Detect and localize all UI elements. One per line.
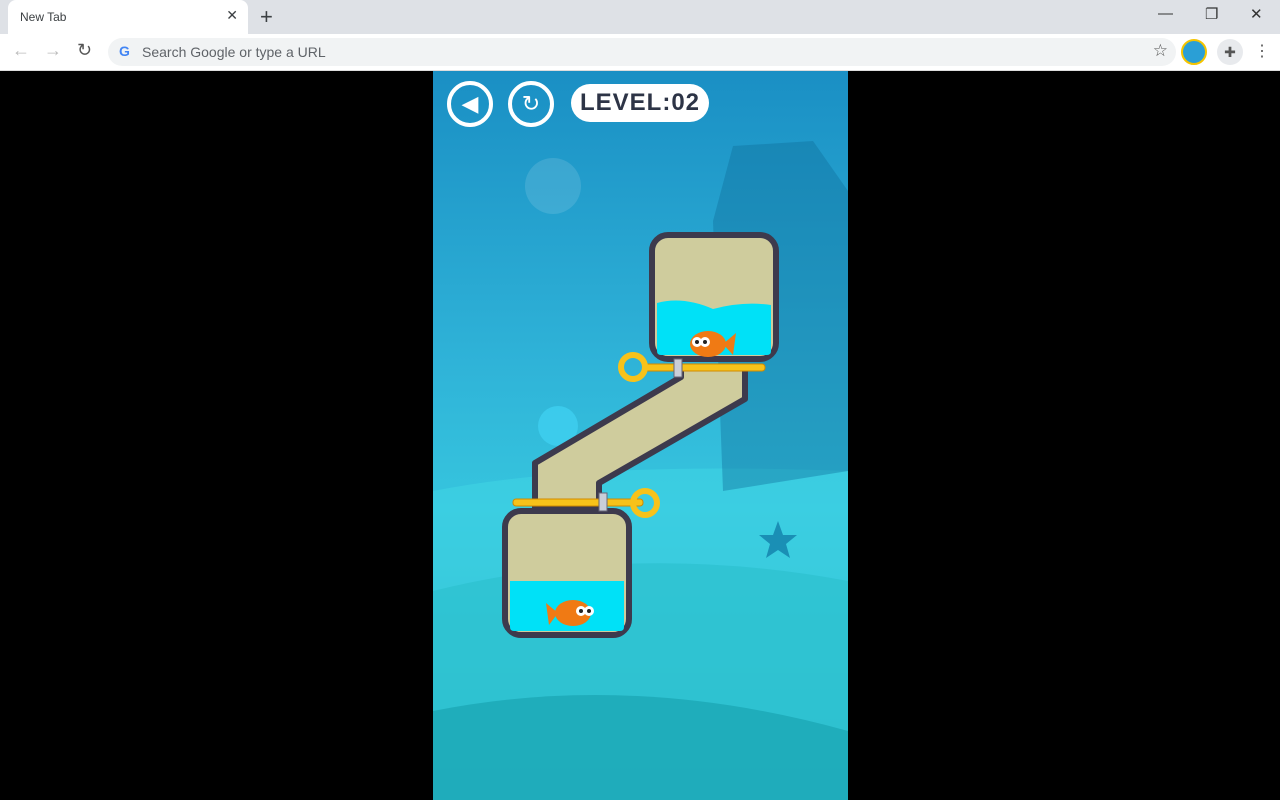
menu-icon[interactable]: ⋮: [1254, 41, 1270, 61]
play-back-icon: ◀: [461, 91, 479, 116]
toolbar: ← → ↻ G Search Google or type a URL ☆ ✚ …: [0, 34, 1280, 71]
minimize-icon[interactable]: —: [1158, 5, 1173, 22]
bookmark-star-icon[interactable]: ☆: [1153, 41, 1168, 61]
tab-title: New Tab: [20, 10, 67, 24]
restore-icon[interactable]: ❐: [1205, 5, 1218, 23]
close-tab-icon[interactable]: ✕: [226, 7, 238, 24]
reload-icon[interactable]: ↻: [77, 40, 92, 61]
omnibox-placeholder: Search Google or type a URL: [142, 44, 326, 60]
new-tab-icon[interactable]: +: [260, 4, 273, 30]
back-button[interactable]: ◀: [447, 81, 493, 127]
game-scene: [433, 141, 848, 800]
omnibox[interactable]: G Search Google or type a URL ☆: [108, 38, 1176, 66]
tab-strip: New Tab ✕ + — ❐ ✕: [0, 0, 1280, 34]
google-icon: G: [119, 43, 130, 59]
restart-icon: ↻: [521, 91, 541, 116]
level-indicator: LEVEL:02: [571, 84, 709, 122]
profile-avatar[interactable]: [1181, 39, 1207, 65]
forward-icon[interactable]: →: [44, 40, 62, 61]
back-icon[interactable]: ←: [12, 40, 30, 61]
game-canvas[interactable]: ◀ ↻ LEVEL:02: [433, 71, 848, 800]
extensions-icon[interactable]: ✚: [1217, 39, 1243, 65]
restart-button[interactable]: ↻: [508, 81, 554, 127]
tab-new-tab[interactable]: New Tab ✕: [8, 0, 248, 34]
close-window-icon[interactable]: ✕: [1250, 5, 1263, 23]
